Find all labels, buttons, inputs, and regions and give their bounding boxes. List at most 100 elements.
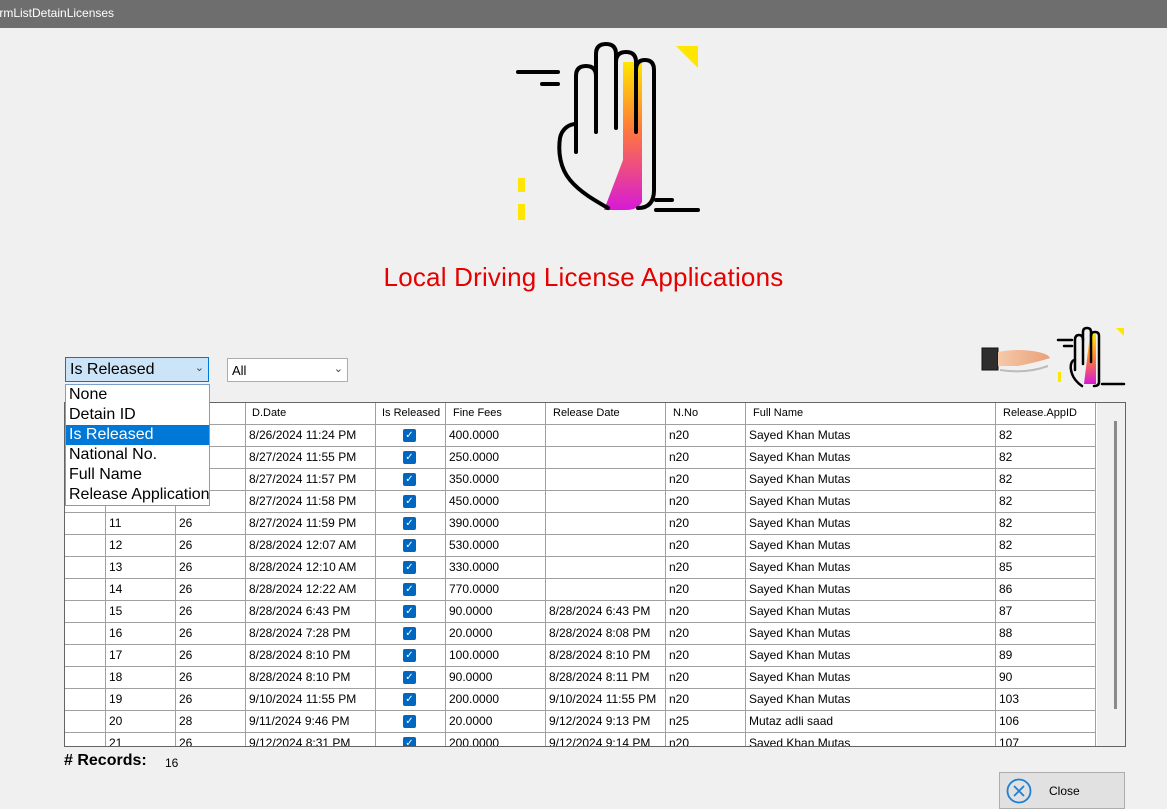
detained-licenses-grid[interactable]: D.Date Is Released Fine Fees Release Dat… <box>64 402 1126 747</box>
grid-vertical-scrollbar[interactable] <box>1097 403 1125 746</box>
cell-is-released[interactable]: ✓ <box>376 579 446 601</box>
column-header-is-released[interactable]: Is Released <box>376 403 446 425</box>
filter-option-national-no[interactable]: National No. <box>66 445 209 465</box>
cell-release-app-id: 89 <box>996 645 1096 667</box>
cell-full-name: Sayed Khan Mutas <box>746 557 996 579</box>
row-header[interactable] <box>65 645 106 667</box>
grid-body: D.Date Is Released Fine Fees Release Dat… <box>65 403 1097 746</box>
page-title: Local Driving License Applications <box>383 262 784 292</box>
cell-is-released[interactable]: ✓ <box>376 447 446 469</box>
cell-license-id: 26 <box>176 557 246 579</box>
table-row[interactable]: 15 26 8/28/2024 6:43 PM ✓ 90.0000 8/28/2024 6… <box>65 601 1097 623</box>
row-header[interactable] <box>65 601 106 623</box>
cell-is-released[interactable]: ✓ <box>376 513 446 535</box>
checkbox-checked-icon[interactable]: ✓ <box>403 737 416 746</box>
column-header-national-no[interactable]: N.No <box>666 403 746 425</box>
table-row[interactable]: 18 26 8/28/2024 8:10 PM ✓ 90.0000 8/28/2024 8… <box>65 667 1097 689</box>
column-header-release-app-id[interactable]: Release.AppID <box>996 403 1096 425</box>
checkbox-checked-icon[interactable]: ✓ <box>403 627 416 640</box>
row-header[interactable] <box>65 689 106 711</box>
checkbox-checked-icon[interactable]: ✓ <box>403 583 416 596</box>
checkbox-checked-icon[interactable]: ✓ <box>403 671 416 684</box>
table-row[interactable]: 8/27/2024 11:57 PM ✓ 350.0000 n20 Sayed Khan… <box>65 469 1097 491</box>
cell-fine-fees: 450.0000 <box>446 491 546 513</box>
cell-date: 8/28/2024 8:10 PM <box>246 645 376 667</box>
column-header-date[interactable]: D.Date <box>246 403 376 425</box>
row-header[interactable] <box>65 711 106 733</box>
table-row[interactable]: 8/27/2024 11:55 PM ✓ 250.0000 n20 Sayed Khan… <box>65 447 1097 469</box>
cell-full-name: Sayed Khan Mutas <box>746 469 996 491</box>
checkbox-checked-icon[interactable]: ✓ <box>403 451 416 464</box>
column-header-fine-fees[interactable]: Fine Fees <box>446 403 546 425</box>
checkbox-checked-icon[interactable]: ✓ <box>403 561 416 574</box>
table-row[interactable]: 14 26 8/28/2024 12:22 AM ✓ 770.0000 n20 Sayed … <box>65 579 1097 601</box>
close-button[interactable]: Close <box>999 772 1125 809</box>
checkbox-checked-icon[interactable]: ✓ <box>403 649 416 662</box>
table-row[interactable]: 11 26 8/27/2024 11:59 PM ✓ 390.0000 n20 Sayed … <box>65 513 1097 535</box>
cell-date: 8/28/2024 12:07 AM <box>246 535 376 557</box>
row-header[interactable] <box>65 733 106 746</box>
cell-license-id: 26 <box>176 601 246 623</box>
cell-release-date <box>546 447 666 469</box>
cell-national-no: n20 <box>666 623 746 645</box>
checkbox-checked-icon[interactable]: ✓ <box>403 473 416 486</box>
filter-by-select[interactable]: Is Released ⌄ <box>65 357 209 382</box>
cell-is-released[interactable]: ✓ <box>376 535 446 557</box>
column-header-release-date[interactable]: Release Date <box>546 403 666 425</box>
cell-detain-id: 19 <box>106 689 176 711</box>
cell-release-date <box>546 491 666 513</box>
table-row[interactable]: 21 26 9/12/2024 8:31 PM ✓ 200.0000 9/12/2024 … <box>65 733 1097 746</box>
cell-is-released[interactable]: ✓ <box>376 557 446 579</box>
table-row[interactable]: 8/26/2024 11:24 PM ✓ 400.0000 n20 Sayed Khan… <box>65 425 1097 447</box>
row-header[interactable] <box>65 623 106 645</box>
table-row[interactable]: 16 26 8/28/2024 7:28 PM ✓ 20.0000 8/28/2024 8… <box>65 623 1097 645</box>
checkbox-checked-icon[interactable]: ✓ <box>403 605 416 618</box>
cell-release-date <box>546 469 666 491</box>
table-row[interactable]: 17 26 8/28/2024 8:10 PM ✓ 100.0000 8/28/2024 … <box>65 645 1097 667</box>
cell-license-id: 26 <box>176 535 246 557</box>
table-row[interactable]: 20 28 9/11/2024 9:46 PM ✓ 20.0000 9/12/2024 9… <box>65 711 1097 733</box>
checkbox-checked-icon[interactable]: ✓ <box>403 495 416 508</box>
cell-national-no: n20 <box>666 535 746 557</box>
row-header[interactable] <box>65 513 106 535</box>
cell-national-no: n20 <box>666 491 746 513</box>
row-header[interactable] <box>65 557 106 579</box>
column-header-full-name[interactable]: Full Name <box>746 403 996 425</box>
cell-full-name: Sayed Khan Mutas <box>746 623 996 645</box>
cell-is-released[interactable]: ✓ <box>376 469 446 491</box>
filter-value-select[interactable]: All ⌄ <box>227 358 348 382</box>
cell-is-released[interactable]: ✓ <box>376 623 446 645</box>
row-header[interactable] <box>65 535 106 557</box>
table-row[interactable]: 12 26 8/28/2024 12:07 AM ✓ 530.0000 n20 Sayed … <box>65 535 1097 557</box>
cell-is-released[interactable]: ✓ <box>376 491 446 513</box>
row-header[interactable] <box>65 667 106 689</box>
row-header[interactable] <box>65 579 106 601</box>
cell-release-app-id: 82 <box>996 447 1096 469</box>
checkbox-checked-icon[interactable]: ✓ <box>403 539 416 552</box>
table-row[interactable]: 13 26 8/28/2024 12:10 AM ✓ 330.0000 n20 Sayed … <box>65 557 1097 579</box>
scrollbar-thumb[interactable] <box>1114 421 1117 709</box>
checkbox-checked-icon[interactable]: ✓ <box>403 693 416 706</box>
filter-option-detain-id[interactable]: Detain ID <box>66 405 209 425</box>
filter-option-is-released[interactable]: Is Released <box>66 425 209 445</box>
table-row[interactable]: 8/27/2024 11:58 PM ✓ 450.0000 n20 Sayed Khan… <box>65 491 1097 513</box>
cell-is-released[interactable]: ✓ <box>376 667 446 689</box>
cell-is-released[interactable]: ✓ <box>376 733 446 746</box>
cell-is-released[interactable]: ✓ <box>376 711 446 733</box>
filter-option-none[interactable]: None <box>66 385 209 405</box>
checkbox-checked-icon[interactable]: ✓ <box>403 429 416 442</box>
checkbox-checked-icon[interactable]: ✓ <box>403 517 416 530</box>
cell-is-released[interactable]: ✓ <box>376 689 446 711</box>
cell-is-released[interactable]: ✓ <box>376 645 446 667</box>
cell-is-released[interactable]: ✓ <box>376 601 446 623</box>
checkbox-checked-icon[interactable]: ✓ <box>403 715 416 728</box>
cell-release-date: 8/28/2024 8:08 PM <box>546 623 666 645</box>
table-row[interactable]: 19 26 9/10/2024 11:55 PM ✓ 200.0000 9/10/2024… <box>65 689 1097 711</box>
release-hand-icon[interactable] <box>978 326 1128 392</box>
cell-release-app-id: 82 <box>996 491 1096 513</box>
filter-option-full-name[interactable]: Full Name <box>66 465 209 485</box>
cell-fine-fees: 770.0000 <box>446 579 546 601</box>
filter-by-dropdown-list[interactable]: None Detain ID Is Released National No. … <box>65 384 210 506</box>
filter-option-release-application[interactable]: Release Application <box>66 485 210 505</box>
cell-is-released[interactable]: ✓ <box>376 425 446 447</box>
